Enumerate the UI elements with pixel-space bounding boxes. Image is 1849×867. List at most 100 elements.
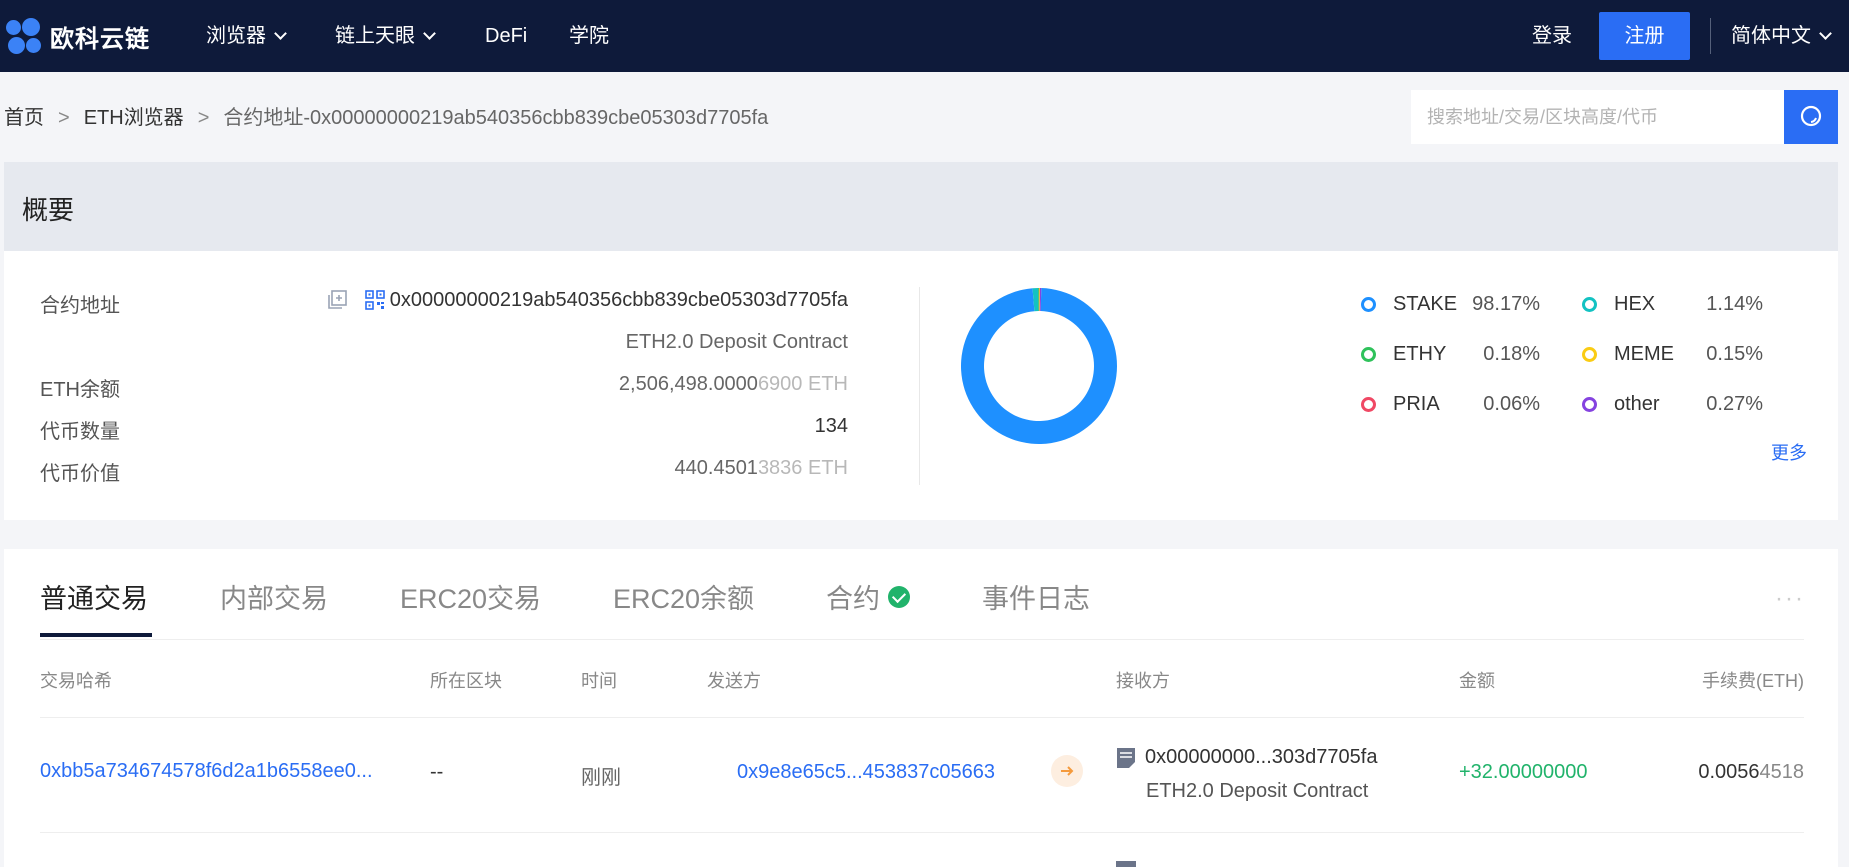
nav-academy[interactable]: 学院 xyxy=(569,22,609,50)
tx-to-link[interactable]: 0x00000000...303d7705fa xyxy=(1145,746,1377,769)
chevron-down-icon xyxy=(423,26,436,40)
tx-fee-main: 0.0056 xyxy=(1698,761,1760,783)
table-row-divider xyxy=(40,832,1804,833)
top-nav: 欧科云链 浏览器 链上天眼 DeFi 学院 登录 注册 简体中文 xyxy=(0,0,1849,72)
breadcrumb-home[interactable]: 首页 xyxy=(4,104,44,132)
nav-divider xyxy=(1710,18,1711,54)
nav-browser-label: 浏览器 xyxy=(206,25,266,47)
token-value-main: 440.4501 xyxy=(674,457,758,479)
token-value-label: 代币价值 xyxy=(40,463,120,485)
tx-from-link[interactable]: 0x9e8e65c5...453837c05663 xyxy=(737,761,995,784)
tab-internal-tx[interactable]: 内部交易 xyxy=(220,577,328,616)
active-tab-indicator xyxy=(40,633,152,637)
col-header-block: 所在区块 xyxy=(430,671,502,691)
legend-item-other[interactable]: other xyxy=(1582,393,1660,416)
legend-item-ethy[interactable]: ETHY xyxy=(1361,343,1446,366)
col-header-amount: 金额 xyxy=(1459,671,1495,691)
tab-contract[interactable]: 合约 xyxy=(826,577,910,616)
legend-label: HEX xyxy=(1614,293,1656,315)
legend-percent: 0.18% xyxy=(1483,343,1540,365)
arrow-right-icon xyxy=(1051,755,1083,787)
legend-marker-icon xyxy=(1582,297,1597,312)
more-link[interactable]: 更多 xyxy=(1771,439,1807,465)
chevron-down-icon xyxy=(1819,26,1832,40)
tab-erc20-tx[interactable]: ERC20交易 xyxy=(400,577,541,616)
breadcrumb-current: 合约地址-0x00000000219ab540356cbb839cbe05303… xyxy=(223,107,769,129)
legend-item-pria[interactable]: PRIA xyxy=(1361,393,1440,416)
tab-normal-tx[interactable]: 普通交易 xyxy=(40,577,148,616)
nav-onchain-eye-label: 链上天眼 xyxy=(335,25,415,47)
legend-item-meme[interactable]: MEME xyxy=(1582,343,1674,366)
legend-marker-icon xyxy=(1361,397,1376,412)
search-button[interactable] xyxy=(1784,90,1838,144)
copy-icon[interactable] xyxy=(326,289,348,311)
eth-balance-main: 2,506,498.0000 xyxy=(618,373,758,395)
tab-event-logs-label: 事件日志 xyxy=(982,584,1090,614)
overview-divider xyxy=(919,287,920,485)
tab-event-logs[interactable]: 事件日志 xyxy=(982,577,1090,616)
tx-block: -- xyxy=(430,761,444,783)
tab-internal-tx-label: 内部交易 xyxy=(220,584,328,614)
col-header-tx-hash: 交易哈希 xyxy=(40,671,112,691)
search-icon xyxy=(1800,105,1822,127)
transactions-panel: 普通交易 内部交易 ERC20交易 ERC20余额 合约 事件日志 ··· 交易… xyxy=(4,549,1838,867)
tx-amount: +32.00000000 xyxy=(1459,761,1588,783)
legend-label: PRIA xyxy=(1393,393,1440,415)
token-count-value: 134 xyxy=(814,415,848,437)
nav-defi-label: DeFi xyxy=(485,25,528,47)
contract-icon xyxy=(1116,861,1136,867)
contract-address-label: 合约地址 xyxy=(40,295,120,317)
eth-balance-label: ETH余额 xyxy=(40,379,120,401)
contract-address-value: 0x00000000219ab540356cbb839cbe05303d7705… xyxy=(389,289,848,311)
search-bar xyxy=(1411,90,1838,144)
language-selector[interactable]: 简体中文 xyxy=(1731,22,1832,50)
eth-balance-value: 2,506,498.00006900 ETH xyxy=(619,373,848,396)
legend-label: other xyxy=(1614,393,1660,415)
language-label: 简体中文 xyxy=(1731,25,1811,47)
legend-item-hex[interactable]: HEX xyxy=(1582,293,1655,316)
legend-percent: 0.27% xyxy=(1706,393,1763,415)
tab-normal-tx-label: 普通交易 xyxy=(40,584,148,614)
legend-marker-icon xyxy=(1582,347,1597,362)
more-options-icon[interactable]: ··· xyxy=(1775,585,1805,613)
nav-defi[interactable]: DeFi xyxy=(485,22,527,50)
legend-percent: 0.06% xyxy=(1483,393,1540,415)
tx-fee: 0.00564518 xyxy=(1698,761,1804,784)
contract-icon xyxy=(1117,748,1135,768)
nav-onchain-eye[interactable]: 链上天眼 xyxy=(335,22,436,50)
nav-academy-label: 学院 xyxy=(569,25,609,47)
tabs-divider xyxy=(40,639,1804,640)
tab-contract-label: 合约 xyxy=(826,584,880,614)
legend-label: ETHY xyxy=(1393,343,1447,365)
nav-browser[interactable]: 浏览器 xyxy=(206,22,287,50)
col-header-fee: 手续费(ETH) xyxy=(1702,671,1804,691)
register-button[interactable]: 注册 xyxy=(1599,12,1690,60)
logo[interactable]: 欧科云链 xyxy=(4,16,150,56)
verified-check-icon xyxy=(888,585,910,608)
col-header-time: 时间 xyxy=(581,671,617,691)
col-header-to: 接收方 xyxy=(1116,671,1170,691)
breadcrumb: 首页 > ETH浏览器 > 合约地址-0x00000000219ab540356… xyxy=(4,104,768,132)
search-input[interactable] xyxy=(1411,90,1784,144)
token-value-dim: 3836 ETH xyxy=(757,457,848,479)
legend-label: STAKE xyxy=(1393,293,1458,315)
slice-stake[interactable] xyxy=(961,288,1117,444)
tab-erc20-balance[interactable]: ERC20余额 xyxy=(613,577,754,616)
token-count-label: 代币数量 xyxy=(40,421,120,443)
overview-header: 概要 xyxy=(4,162,1838,251)
login-link[interactable]: 登录 xyxy=(1532,22,1572,50)
breadcrumb-separator: > xyxy=(197,107,210,129)
tab-erc20-tx-label: ERC20交易 xyxy=(400,584,542,614)
token-value-value: 440.45013836 ETH xyxy=(675,457,848,480)
legend-percent: 1.14% xyxy=(1706,293,1763,315)
logo-text: 欧科云链 xyxy=(50,25,150,53)
breadcrumb-eth-browser[interactable]: ETH浏览器 xyxy=(84,104,184,132)
chevron-down-icon xyxy=(274,26,287,40)
legend-marker-icon xyxy=(1361,297,1376,312)
breadcrumb-separator: > xyxy=(58,107,70,129)
eth-balance-dim: 6900 ETH xyxy=(757,373,848,395)
qrcode-icon[interactable] xyxy=(364,289,386,311)
tx-hash-link[interactable]: 0xbb5a734674578f6d2a1b6558ee0... xyxy=(40,760,373,783)
legend-percent: 0.15% xyxy=(1706,343,1763,365)
legend-item-stake[interactable]: STAKE xyxy=(1361,293,1457,316)
